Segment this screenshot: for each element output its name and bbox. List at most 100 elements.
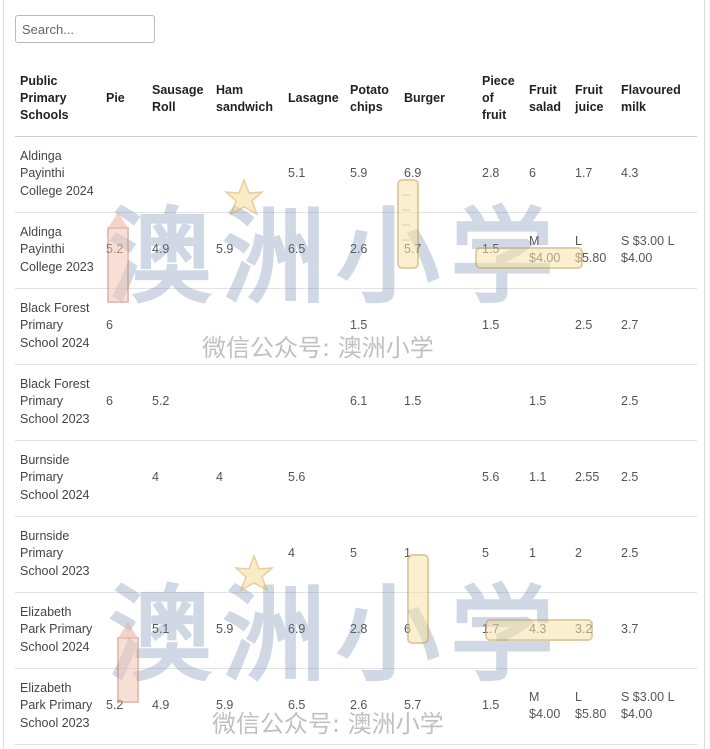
price-cell: 2 (570, 516, 616, 593)
price-cell: 5.2 (101, 212, 147, 289)
price-cell: 5.6 (283, 440, 345, 517)
table-row: Elizabeth Park Primary School 2024 5.1 5.9… (15, 592, 697, 669)
price-cell: 5.2 (147, 364, 211, 441)
price-cell (477, 364, 524, 441)
price-cell: 6 (101, 364, 147, 441)
price-cell: 4.9 (147, 212, 211, 289)
table-row: Black Forest Primary School 2024 6 1.5 1.5 2… (15, 288, 697, 365)
table-row: Burnside Primary School 2024 4 4 5.6 5.6 1.1 2… (15, 440, 697, 517)
search-input[interactable] (15, 15, 155, 43)
price-cell: 1.5 (399, 364, 477, 441)
price-cell (345, 440, 399, 517)
price-cell: 1.5 (477, 212, 524, 289)
price-cell: 6.9 (399, 136, 477, 213)
price-cell (211, 516, 283, 593)
table-row: Aldinga Payinthi College 2023 5.2 4.9 5.9 6.… (15, 212, 697, 289)
price-cell: 6.9 (283, 592, 345, 669)
school-name-cell: Burnside Primary School 2024 (15, 440, 101, 517)
table-row: Aldinga Payinthi College 2024 5.1 5.9 6.9 2.… (15, 136, 697, 213)
price-cell: M $4.00 (524, 668, 570, 745)
column-header[interactable]: Fruit juice (570, 62, 616, 137)
price-cell: S $3.00 L $4.00 (616, 212, 697, 289)
price-cell: 1 (524, 516, 570, 593)
column-header[interactable]: Public Primary Schools (15, 62, 101, 137)
price-cell: 5.1 (283, 136, 345, 213)
price-cell (283, 288, 345, 365)
price-cell: 6 (101, 288, 147, 365)
column-header[interactable]: Pie (101, 62, 147, 137)
price-cell (147, 136, 211, 213)
column-header[interactable]: Potato chips (345, 62, 399, 137)
table-row: Burnside Primary School 2023 4 5 1 5 1 2 2.5 (15, 516, 697, 593)
school-name-cell: Aldinga Payinthi College 2023 (15, 212, 101, 289)
price-cell: 1 (399, 516, 477, 593)
price-cell: 1.7 (570, 136, 616, 213)
price-cell: 5.9 (211, 212, 283, 289)
price-cell (101, 136, 147, 213)
column-header[interactable]: Fruit salad (524, 62, 570, 137)
price-cell (101, 440, 147, 517)
price-cell: 5.7 (399, 668, 477, 745)
price-cell: 4 (147, 440, 211, 517)
price-cell: 5.1 (147, 592, 211, 669)
price-cell: 2.6 (345, 212, 399, 289)
column-header[interactable]: Lasagne (283, 62, 345, 137)
school-canteen-prices-table: Public Primary Schools Pie Sausage Roll Ham… (15, 62, 697, 745)
price-cell: 6 (524, 136, 570, 213)
table-body: Aldinga Payinthi College 2024 5.1 5.9 6.9 2.… (15, 136, 697, 745)
price-cell: 4.3 (616, 136, 697, 213)
price-cell: 2.8 (345, 592, 399, 669)
price-cell: 1.5 (345, 288, 399, 365)
price-cell: 2.55 (570, 440, 616, 517)
price-cell (399, 288, 477, 365)
price-cell: 1.5 (524, 364, 570, 441)
price-cell: 4.3 (524, 592, 570, 669)
price-cell (147, 288, 211, 365)
price-cell (283, 364, 345, 441)
price-cell: 2.5 (570, 288, 616, 365)
price-cell: 1.1 (524, 440, 570, 517)
column-header[interactable]: Piece of fruit (477, 62, 524, 137)
price-cell (524, 288, 570, 365)
price-cell: L $5.80 (570, 212, 616, 289)
price-cell: 2.5 (616, 440, 697, 517)
price-cell: 6.1 (345, 364, 399, 441)
price-cell: 2.7 (616, 288, 697, 365)
price-cell: 6.5 (283, 668, 345, 745)
school-name-cell: Elizabeth Park Primary School 2024 (15, 592, 101, 669)
price-cell: 2.6 (345, 668, 399, 745)
price-cell: 4 (211, 440, 283, 517)
price-cell: 5.7 (399, 212, 477, 289)
price-cell: 1.5 (477, 668, 524, 745)
price-cell: 5 (345, 516, 399, 593)
school-name-cell: Burnside Primary School 2023 (15, 516, 101, 593)
column-header[interactable]: Ham sandwich (211, 62, 283, 137)
price-cell: 2.5 (616, 516, 697, 593)
price-cell: 5.9 (345, 136, 399, 213)
column-header[interactable]: Sausage Roll (147, 62, 211, 137)
price-cell: 5.6 (477, 440, 524, 517)
price-cell: 1.5 (477, 288, 524, 365)
price-cell: L $5.80 (570, 668, 616, 745)
price-cell: 2.5 (616, 364, 697, 441)
price-cell: 1.7 (477, 592, 524, 669)
price-cell (101, 516, 147, 593)
price-cell: 3.7 (616, 592, 697, 669)
school-name-cell: Black Forest Primary School 2023 (15, 364, 101, 441)
price-cell: 4 (283, 516, 345, 593)
price-cell (101, 592, 147, 669)
column-header[interactable]: Burger (399, 62, 477, 137)
price-cell: 5.2 (101, 668, 147, 745)
price-cell: 6 (399, 592, 477, 669)
price-cell (570, 364, 616, 441)
price-cell (211, 364, 283, 441)
price-cell: 5.9 (211, 592, 283, 669)
table-row: Black Forest Primary School 2023 6 5.2 6.1 1… (15, 364, 697, 441)
price-cell: 5.9 (211, 668, 283, 745)
column-header[interactable]: Flavoured milk (616, 62, 697, 137)
price-cell: M $4.00 (524, 212, 570, 289)
price-cell: 6.5 (283, 212, 345, 289)
table-header-row: Public Primary Schools Pie Sausage Roll Ham… (15, 62, 697, 137)
price-cell: S $3.00 L $4.00 (616, 668, 697, 745)
price-cell: 5 (477, 516, 524, 593)
